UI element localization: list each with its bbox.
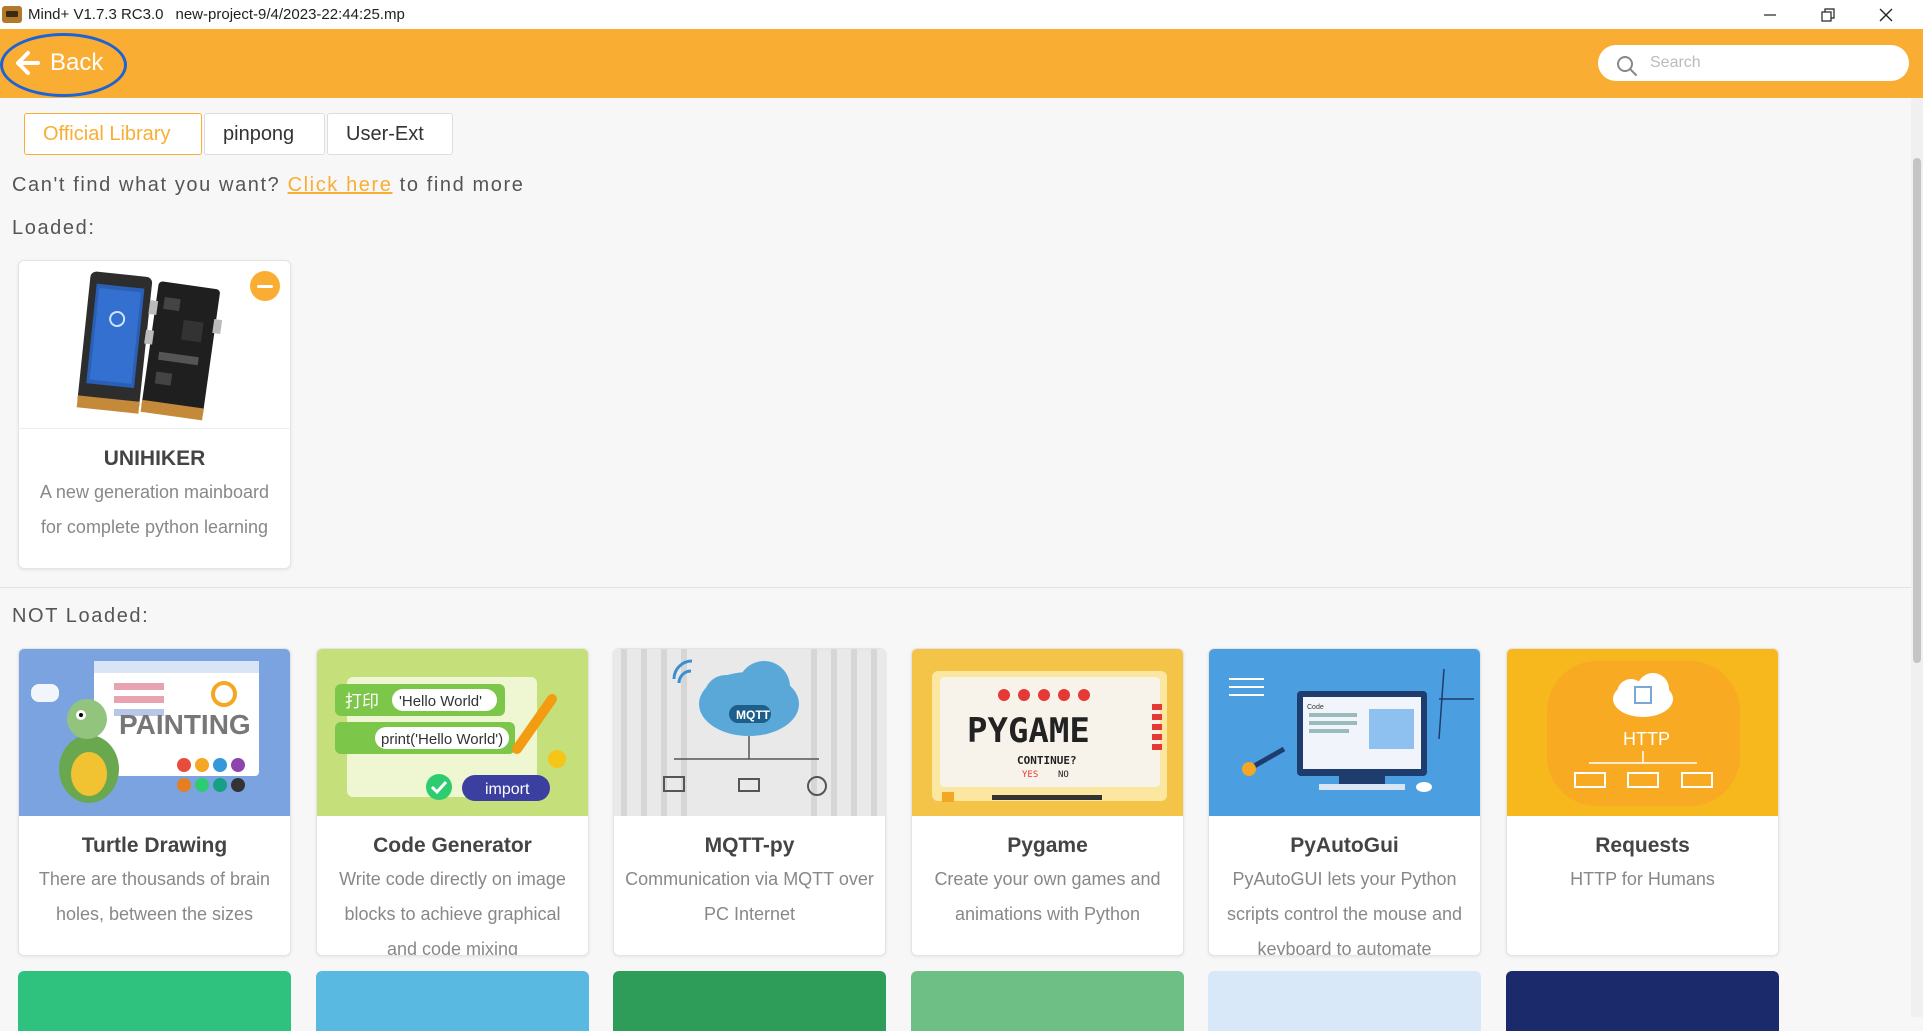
tab-pinpong[interactable]: pinpong bbox=[204, 113, 325, 155]
card-description: A new generation mainboard for complete … bbox=[39, 482, 270, 537]
card-description: Write code directly on image blocks to a… bbox=[339, 869, 566, 956]
card-description: PyAutoGUI lets your Python scripts contr… bbox=[1226, 869, 1463, 956]
extension-card-partial[interactable] bbox=[316, 971, 589, 1031]
not-loaded-label: NOT Loaded: bbox=[12, 605, 150, 627]
extension-card-partial[interactable] bbox=[1506, 971, 1779, 1031]
code-block-text-4: import bbox=[485, 781, 530, 798]
restore-icon[interactable] bbox=[1799, 0, 1857, 29]
code-block-text-1: 打印 bbox=[345, 692, 379, 711]
section-divider bbox=[0, 587, 1923, 588]
back-button[interactable]: Back bbox=[14, 43, 103, 83]
window-titlebar: Mind+ V1.7.3 RC3.0 new-project-9/4/2023-… bbox=[0, 0, 1923, 29]
painting-image-text: PAINTING bbox=[119, 709, 251, 740]
card-description: HTTP for Humans bbox=[1570, 869, 1715, 889]
search-icon bbox=[1617, 56, 1637, 76]
card-title: MQTT-py bbox=[704, 834, 795, 857]
tab-official-library[interactable]: Official Library bbox=[24, 113, 202, 155]
extension-card-code-generator[interactable]: 打印 'Hello World' print('Hello World') im… bbox=[316, 648, 589, 956]
pygame-image-yes: YES bbox=[1022, 770, 1038, 780]
mindplus-app-icon bbox=[2, 6, 22, 23]
card-description: There are thousands of brain holes, betw… bbox=[38, 869, 271, 924]
scrollbar[interactable] bbox=[1911, 98, 1923, 1017]
pygame-image-no: NO bbox=[1058, 770, 1069, 780]
search-box[interactable] bbox=[1598, 45, 1909, 81]
http-image-text: HTTP bbox=[1623, 729, 1670, 749]
card-title: Turtle Drawing bbox=[81, 834, 228, 857]
card-title: Code Generator bbox=[373, 834, 532, 857]
search-input[interactable] bbox=[1648, 53, 1892, 73]
extension-card-partial[interactable] bbox=[911, 971, 1184, 1031]
extension-card-unihiker[interactable]: UNIHIKER A new generation mainboard for … bbox=[18, 260, 291, 569]
pygame-image-continue: CONTINUE? bbox=[1017, 754, 1077, 767]
card-title: Pygame bbox=[1007, 834, 1088, 857]
find-more-hint: Can't find what you want? Click here to … bbox=[12, 174, 524, 197]
extension-card-requests[interactable]: HTTP Requests HTTP for Humans bbox=[1506, 648, 1779, 956]
mqtt-cloud-image: MQTT bbox=[614, 649, 885, 816]
close-icon[interactable] bbox=[1857, 0, 1915, 29]
extension-card-mqtt-py[interactable]: MQTT MQTT-py Communication via MQTT over… bbox=[613, 648, 886, 956]
window-title-file: new-project-9/4/2023-22:44:25.mp bbox=[175, 6, 405, 23]
code-generator-image: 打印 'Hello World' print('Hello World') im… bbox=[317, 649, 588, 816]
pygame-image: PYGAME CONTINUE? YES NO bbox=[912, 649, 1183, 816]
minimize-icon[interactable] bbox=[1741, 0, 1799, 29]
card-title: UNIHIKER bbox=[103, 447, 206, 470]
window-title-app: Mind+ V1.7.3 RC3.0 bbox=[28, 6, 164, 23]
card-title: Requests bbox=[1595, 834, 1690, 857]
header-bar: Back bbox=[0, 29, 1923, 98]
turtle-painting-image: PAINTING bbox=[19, 649, 290, 816]
mqtt-image-text: MQTT bbox=[736, 708, 771, 722]
code-block-text-3: print('Hello World') bbox=[381, 731, 503, 748]
pyautogui-image: Code bbox=[1209, 649, 1480, 816]
scrollbar-thumb[interactable] bbox=[1913, 158, 1921, 663]
tab-user-ext[interactable]: User-Ext bbox=[327, 113, 453, 155]
hint-text-before: Can't find what you want? bbox=[12, 174, 281, 196]
library-tabs: Official Library pinpong User-Ext bbox=[24, 113, 455, 155]
hint-text-after: to find more bbox=[399, 174, 525, 196]
arrow-left-icon bbox=[16, 51, 40, 75]
extension-card-partial[interactable] bbox=[613, 971, 886, 1031]
loaded-label: Loaded: bbox=[12, 217, 96, 239]
click-here-link[interactable]: Click here bbox=[288, 174, 393, 196]
extension-card-pygame[interactable]: PYGAME CONTINUE? YES NO Pygame Create yo… bbox=[911, 648, 1184, 956]
extension-card-pyautogui[interactable]: Code PyAutoGui PyAutoGUI lets your Pytho… bbox=[1208, 648, 1481, 956]
card-description: Communication via MQTT over PC Internet bbox=[625, 869, 874, 924]
remove-extension-button[interactable] bbox=[250, 271, 280, 301]
extension-card-partial[interactable] bbox=[18, 971, 291, 1031]
card-title: PyAutoGui bbox=[1290, 834, 1399, 857]
extension-card-partial[interactable] bbox=[1208, 971, 1481, 1031]
pyautogui-image-text: Code bbox=[1307, 704, 1324, 711]
unihiker-board-image bbox=[19, 261, 290, 428]
extension-card-turtle-drawing[interactable]: PAINTING Turtle Drawing There are thousa… bbox=[18, 648, 291, 956]
code-block-text-2: 'Hello World' bbox=[399, 693, 482, 710]
card-description: Create your own games and animations wit… bbox=[934, 869, 1161, 924]
back-label: Back bbox=[50, 49, 104, 76]
pygame-image-title: PYGAME bbox=[967, 711, 1090, 751]
http-cloud-image: HTTP bbox=[1507, 649, 1778, 816]
